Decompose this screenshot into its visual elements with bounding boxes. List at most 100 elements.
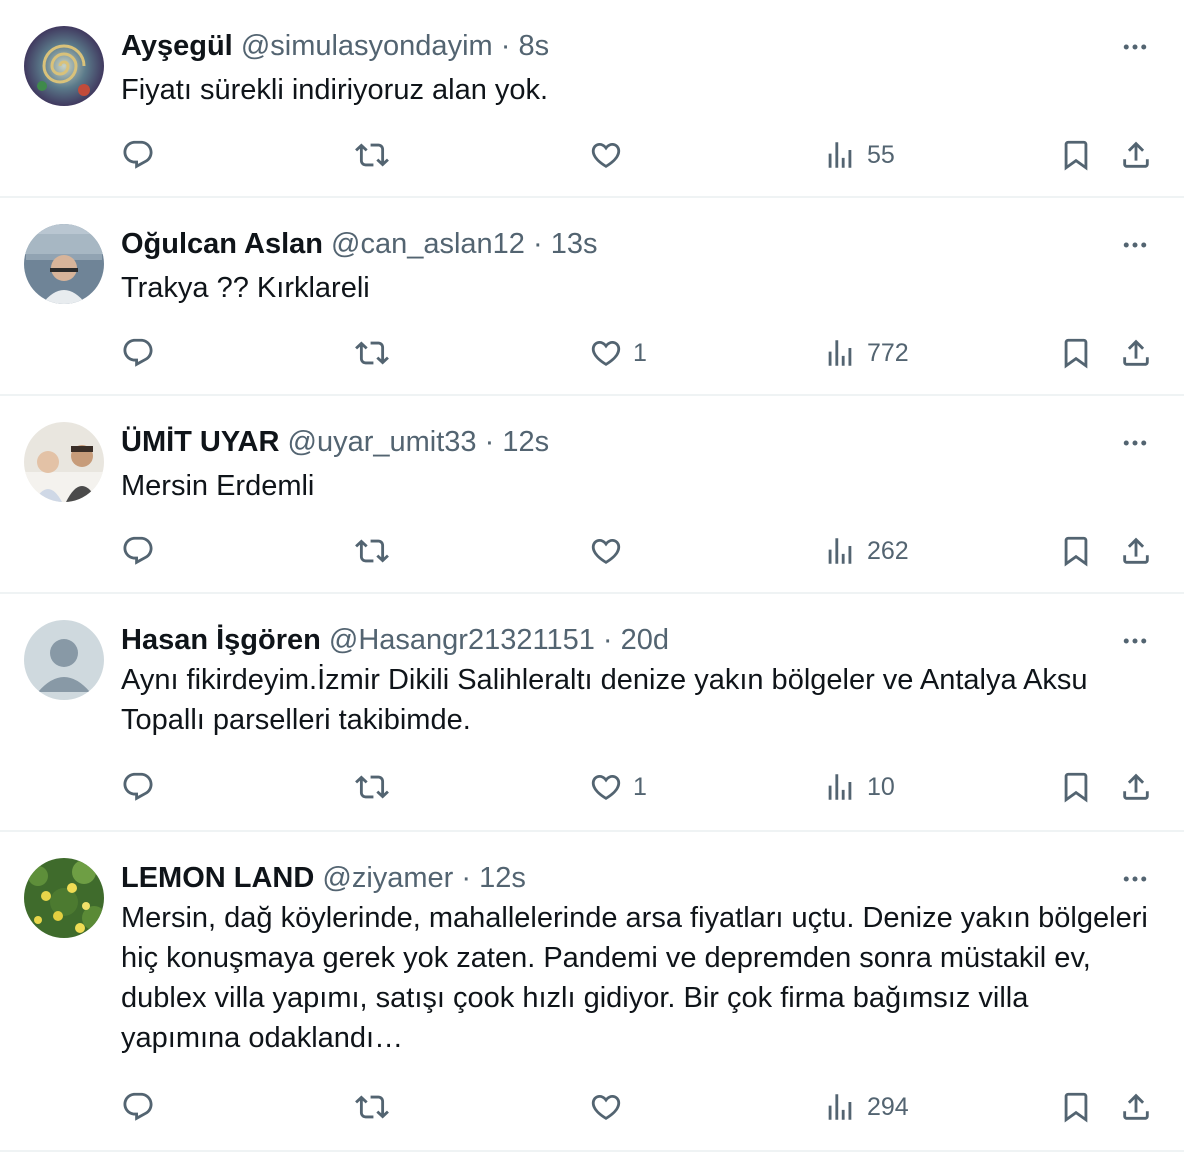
more-icon xyxy=(1123,638,1147,644)
tweet-header: Oğulcan Aslan @can_aslan12 · 13s xyxy=(121,225,1124,263)
tweet[interactable]: Hasan İşgören @Hasangr21321151 · 20d Ayn… xyxy=(0,594,1184,832)
avatar[interactable] xyxy=(24,620,104,700)
share-button[interactable] xyxy=(1119,1087,1153,1127)
bookmark-button[interactable] xyxy=(1059,135,1093,175)
like-button[interactable] xyxy=(589,1087,633,1127)
avatar[interactable] xyxy=(24,26,104,106)
tweet[interactable]: Ayşegül @simulasyondayim · 8s Fiyatı sür… xyxy=(0,0,1184,198)
share-button[interactable] xyxy=(1119,333,1153,373)
views-button[interactable]: 294 xyxy=(823,1087,909,1127)
action-bar: 1 772 xyxy=(0,333,1184,373)
reply-icon xyxy=(123,1092,153,1121)
separator: · xyxy=(602,624,613,656)
avatar[interactable] xyxy=(24,224,104,304)
share-button[interactable] xyxy=(1119,135,1153,175)
author-name[interactable]: LEMON LAND xyxy=(121,862,314,894)
tweet[interactable]: ÜMİT UYAR @uyar_umit33 · 12s Mersin Erde… xyxy=(0,396,1184,594)
share-icon xyxy=(1123,141,1149,168)
separator: · xyxy=(500,30,511,62)
more-options-button[interactable] xyxy=(1118,426,1152,460)
share-icon xyxy=(1123,773,1149,800)
reply-icon xyxy=(123,140,153,169)
avatar[interactable] xyxy=(24,858,104,938)
bookmark-button[interactable] xyxy=(1059,333,1093,373)
author-name[interactable]: Oğulcan Aslan xyxy=(121,228,323,260)
share-icon xyxy=(1123,1093,1149,1120)
like-button[interactable]: 1 xyxy=(589,767,647,807)
tweet[interactable]: Oğulcan Aslan @can_aslan12 · 13s Trakya … xyxy=(0,198,1184,396)
like-button[interactable] xyxy=(589,531,633,571)
author-name[interactable]: Ayşegül xyxy=(121,30,233,62)
views-button[interactable]: 10 xyxy=(823,767,895,807)
more-icon xyxy=(1123,44,1147,50)
heart-icon xyxy=(591,774,621,800)
author-name[interactable]: ÜMİT UYAR xyxy=(121,426,279,458)
retweet-button[interactable] xyxy=(355,333,399,373)
reply-button[interactable] xyxy=(121,333,165,373)
retweet-icon xyxy=(355,341,389,365)
bookmark-button[interactable] xyxy=(1059,1087,1093,1127)
retweet-icon xyxy=(355,775,389,799)
reply-button[interactable] xyxy=(121,1087,165,1127)
separator: · xyxy=(533,228,543,260)
avatar[interactable] xyxy=(24,422,104,502)
bookmark-button[interactable] xyxy=(1059,531,1093,571)
timestamp[interactable]: 8s xyxy=(518,30,549,62)
views-button[interactable]: 55 xyxy=(823,135,895,175)
tweet-text: Fiyatı sürekli indiriyoruz alan yok. xyxy=(121,74,549,106)
author-name[interactable]: Hasan İşgören xyxy=(121,624,321,656)
timestamp[interactable]: 12s xyxy=(502,426,549,458)
retweet-button[interactable] xyxy=(355,767,399,807)
action-bar: 294 xyxy=(0,1087,1184,1127)
bookmark-icon xyxy=(1064,536,1088,567)
retweet-button[interactable] xyxy=(355,135,399,175)
tweet-header: Ayşegül @simulasyondayim · 8s xyxy=(121,27,1124,65)
reply-button[interactable] xyxy=(121,531,165,571)
views-icon xyxy=(828,142,852,168)
tweet-header: Hasan İşgören @Hasangr21321151 · 20d xyxy=(121,621,1124,659)
more-options-button[interactable] xyxy=(1118,624,1152,658)
author-handle[interactable]: @simulasyondayim xyxy=(241,30,493,62)
more-options-button[interactable] xyxy=(1118,228,1152,262)
like-button[interactable] xyxy=(589,135,633,175)
retweet-button[interactable] xyxy=(355,1087,399,1127)
separator: · xyxy=(484,426,495,458)
separator: · xyxy=(461,862,472,894)
author-handle[interactable]: @uyar_umit33 xyxy=(288,426,477,458)
like-count: 1 xyxy=(633,772,647,801)
share-button[interactable] xyxy=(1119,531,1153,571)
tweet-header: LEMON LAND @ziyamer · 12s xyxy=(121,859,1124,897)
heart-icon xyxy=(591,340,621,366)
tweet[interactable]: LEMON LAND @ziyamer · 12s Mersin, dağ kö… xyxy=(0,832,1184,1152)
bookmark-icon xyxy=(1064,772,1088,803)
more-options-button[interactable] xyxy=(1118,30,1152,64)
tweet-text: Trakya ?? Kırklareli xyxy=(121,272,370,304)
views-button[interactable]: 262 xyxy=(823,531,909,571)
views-count: 55 xyxy=(867,140,895,169)
author-handle[interactable]: @can_aslan12 xyxy=(331,228,525,260)
like-count: 1 xyxy=(633,338,647,367)
bookmark-button[interactable] xyxy=(1059,767,1093,807)
views-count: 10 xyxy=(867,772,895,801)
author-handle[interactable]: @ziyamer xyxy=(322,862,453,894)
timestamp[interactable]: 13s xyxy=(551,228,598,260)
like-button[interactable]: 1 xyxy=(589,333,647,373)
views-count: 294 xyxy=(867,1092,909,1121)
timestamp[interactable]: 20d xyxy=(621,624,669,656)
retweet-button[interactable] xyxy=(355,531,399,571)
heart-icon xyxy=(591,538,621,564)
share-icon xyxy=(1123,339,1149,366)
views-button[interactable]: 772 xyxy=(823,333,909,373)
reply-button[interactable] xyxy=(121,135,165,175)
retweet-icon xyxy=(355,539,389,563)
reply-button[interactable] xyxy=(121,767,165,807)
share-button[interactable] xyxy=(1119,767,1153,807)
timestamp[interactable]: 12s xyxy=(479,862,526,894)
views-icon xyxy=(828,538,852,564)
more-options-button[interactable] xyxy=(1118,862,1152,896)
more-icon xyxy=(1123,440,1147,446)
action-bar: 1 10 xyxy=(0,767,1184,807)
author-handle[interactable]: @Hasangr21321151 xyxy=(329,624,595,656)
views-icon xyxy=(828,774,852,800)
action-bar: 262 xyxy=(0,531,1184,571)
